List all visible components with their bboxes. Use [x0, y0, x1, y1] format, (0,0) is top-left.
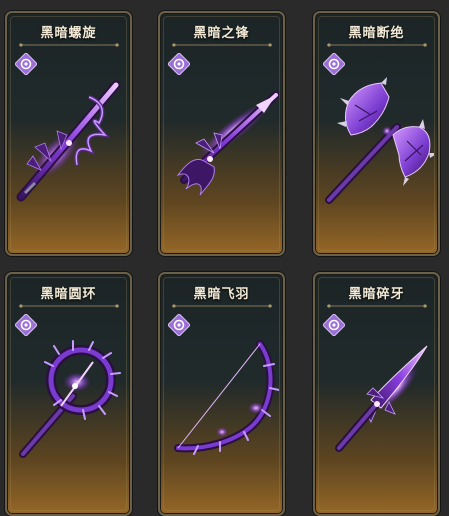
- weapon-name: 黑暗碎牙: [348, 287, 405, 302]
- weapon-card-dark-spiral[interactable]: 黑暗螺旋: [5, 11, 132, 256]
- title-divider: [327, 43, 427, 47]
- weapon-name: 黑暗圆环: [40, 287, 97, 302]
- weapon-name: 黑暗飞羽: [193, 287, 250, 302]
- weapon-name: 黑暗之锋: [193, 26, 250, 41]
- weapon-card-dark-ring[interactable]: 黑暗圆环: [5, 272, 132, 516]
- dark-element-icon: [168, 314, 190, 336]
- spear-icon: [176, 91, 279, 196]
- title-divider: [19, 43, 119, 47]
- weapon-name: 黑暗断绝: [348, 26, 405, 41]
- title-divider: [19, 304, 119, 308]
- dark-element-icon: [323, 53, 345, 75]
- title-divider: [172, 304, 272, 308]
- title-divider: [172, 43, 272, 47]
- bow-icon: [174, 340, 279, 455]
- double-axe-icon: [325, 77, 434, 204]
- weapon-card-dark-fang[interactable]: 黑暗碎牙: [313, 272, 440, 516]
- staff-icon: [19, 340, 121, 458]
- dagger-icon: [335, 345, 428, 452]
- greatsword-icon: [16, 80, 121, 202]
- dark-element-icon: [15, 314, 37, 336]
- weapon-card-dark-severance[interactable]: 黑暗断绝: [313, 11, 440, 256]
- weapon-name: 黑暗螺旋: [40, 26, 97, 41]
- title-divider: [327, 304, 427, 308]
- dark-element-icon: [168, 53, 190, 75]
- dark-element-icon: [323, 314, 345, 336]
- weapon-grid: 黑暗螺旋 黑暗之锋 黑暗断绝 黑暗圆环 黑暗飞羽 黑暗碎牙: [0, 0, 449, 516]
- dark-element-icon: [15, 53, 37, 75]
- weapon-card-dark-edge[interactable]: 黑暗之锋: [158, 11, 285, 256]
- weapon-card-dark-feather[interactable]: 黑暗飞羽: [158, 272, 285, 516]
